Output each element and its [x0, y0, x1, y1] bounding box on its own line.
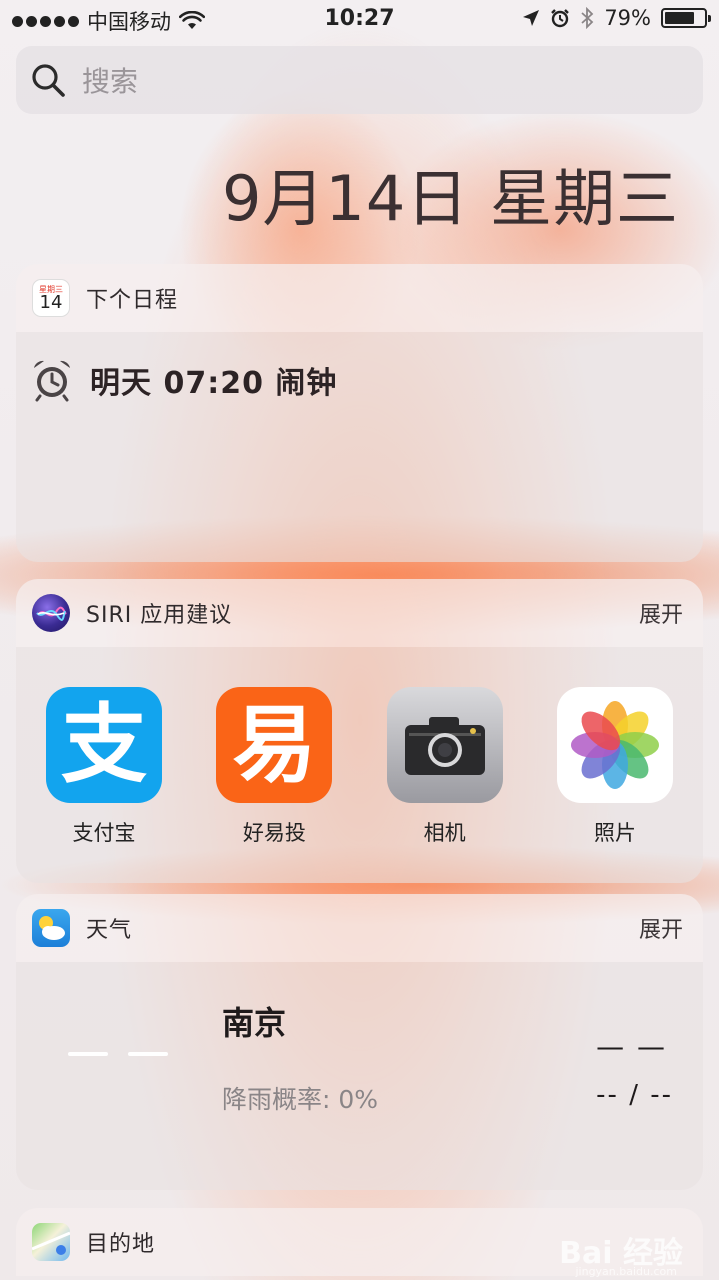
siri-wave-icon [36, 606, 67, 621]
app-label: 支付宝 [72, 821, 136, 845]
date-heading: 9月14日 星期三 [221, 162, 679, 235]
weather-expand-button[interactable]: 展开 [639, 912, 683, 944]
weather-widget-body[interactable]: 南京 降雨概率: 0% — — -- / -- [16, 962, 703, 1190]
photos-icon [556, 687, 673, 803]
siri-widget-header: SIRI 应用建议 展开 [16, 579, 703, 647]
alarm-clock-icon [34, 360, 70, 402]
suggested-apps-row: 支 支付宝 易 好易投 相机 照片 [16, 647, 703, 883]
weather-widget-title: 天气 [86, 918, 133, 943]
haoyitou-glyph: 易 [232, 696, 317, 794]
weather-current-temp: — — [596, 1030, 667, 1063]
alipay-icon: 支 [46, 687, 162, 803]
app-camera[interactable]: 相机 [386, 687, 503, 847]
status-left: 中国移动 [12, 6, 205, 36]
haoyitou-icon: 易 [216, 687, 333, 803]
calendar-widget-header[interactable]: 星期三 14 下个日程 [16, 264, 703, 332]
battery-icon [661, 8, 711, 28]
calendar-icon-day: 14 [39, 291, 63, 313]
sun-cloud-icon [39, 916, 65, 940]
calendar-widget-body: 明天 07:20 闹钟 [16, 332, 703, 562]
calendar-app-icon: 星期三 14 [32, 279, 70, 317]
weather-temp-range: -- / -- [596, 1080, 673, 1110]
siri-icon [32, 594, 70, 632]
status-bar: 中国移动 10:27 79% [0, 0, 719, 40]
weather-app-icon [32, 909, 70, 947]
photos-flower-icon [570, 701, 659, 789]
weather-condition-placeholder-icon [68, 1052, 168, 1056]
siri-widget-body: 支 支付宝 易 好易投 相机 照片 [16, 647, 703, 883]
map-pin-icon [31, 1231, 71, 1255]
calendar-widget-title: 下个日程 [86, 288, 179, 313]
next-event-row[interactable]: 明天 07:20 闹钟 [16, 332, 703, 428]
siri-expand-button[interactable]: 展开 [639, 597, 683, 629]
maps-app-icon [31, 1223, 71, 1261]
app-label: 好易投 [242, 821, 306, 845]
search-icon [32, 64, 65, 97]
siri-widget-title: SIRI 应用建议 [86, 603, 233, 628]
battery-percent: 79% [604, 6, 651, 30]
alipay-glyph: 支 [61, 695, 147, 795]
watermark-url: jingyan.baidu.com [575, 1265, 677, 1278]
wifi-icon [179, 11, 205, 29]
carrier-name: 中国移动 [87, 10, 171, 34]
app-alipay[interactable]: 支 支付宝 [46, 687, 162, 847]
camera-glyph-icon [404, 717, 485, 775]
siri-suggestions-widget: SIRI 应用建议 展开 支 支付宝 易 好易投 相机 照片 [16, 579, 703, 883]
next-event-text: 明天 07:20 闹钟 [90, 366, 338, 401]
weather-widget-header: 天气 展开 [16, 894, 703, 962]
search-placeholder: 搜索 [82, 65, 139, 98]
app-label: 相机 [423, 821, 466, 845]
search-bar[interactable]: 搜索 [16, 46, 703, 114]
weather-widget: 天气 展开 南京 降雨概率: 0% — — -- / -- [16, 894, 703, 1190]
status-right: 79% [522, 6, 711, 30]
app-haoyitou[interactable]: 易 好易投 [216, 687, 333, 847]
weather-city: 南京 [222, 1004, 287, 1042]
signal-strength-icon [12, 15, 79, 27]
location-arrow-icon [523, 10, 540, 26]
calendar-widget: 星期三 14 下个日程 明天 07:20 闹钟 [16, 264, 703, 562]
camera-icon [386, 687, 503, 803]
battery-level-fill [665, 12, 695, 24]
weather-rain-chance: 降雨概率: 0% [222, 1085, 379, 1114]
app-photos[interactable]: 照片 [556, 687, 673, 847]
alarm-clock-icon [551, 9, 570, 28]
app-label: 照片 [593, 821, 636, 845]
maps-widget-title: 目的地 [86, 1232, 156, 1257]
bluetooth-icon [581, 7, 594, 29]
